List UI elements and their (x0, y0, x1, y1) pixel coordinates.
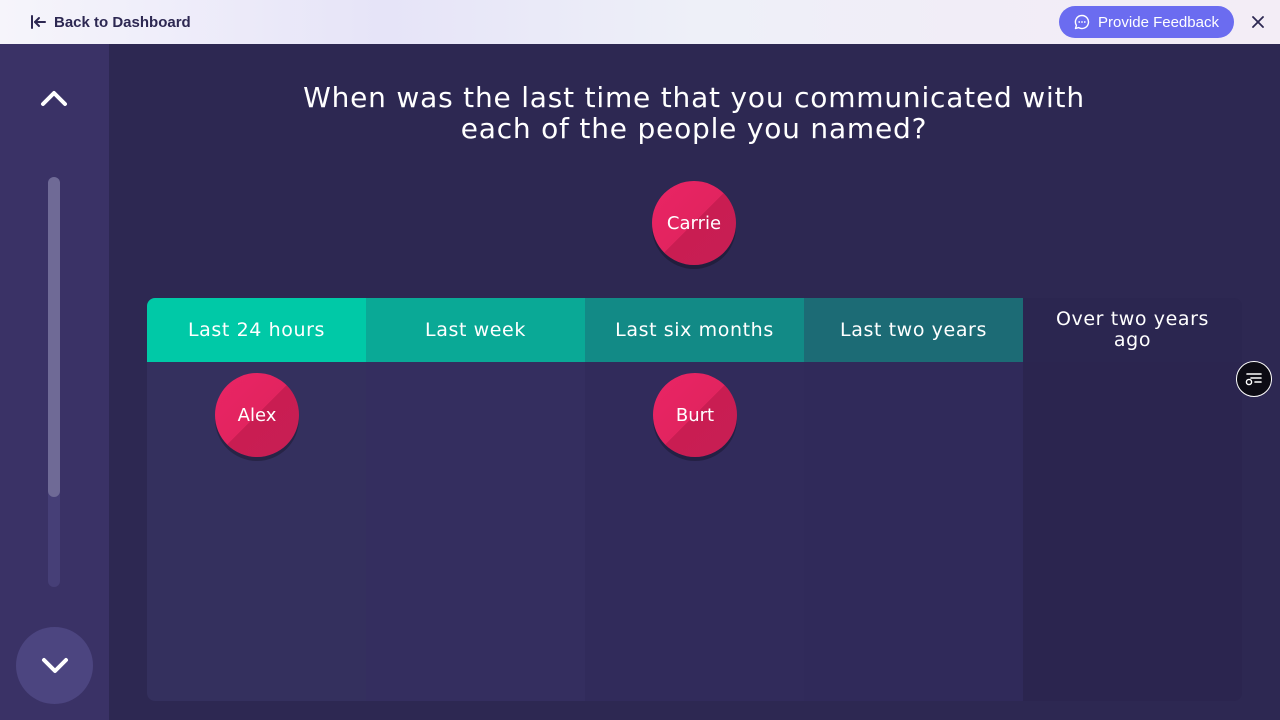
node-burt[interactable]: Burt (653, 373, 737, 457)
bin-header: Last 24 hours (147, 298, 366, 362)
progress-fill (48, 177, 60, 497)
bin-drop-area[interactable] (1023, 362, 1242, 701)
categorical-bins: Last 24 hours Last week Last six months … (147, 298, 1242, 701)
provide-feedback-button[interactable]: Provide Feedback (1059, 6, 1234, 38)
bin-last-week[interactable]: Last week (366, 298, 585, 701)
bin-header: Last six months (585, 298, 804, 362)
navigation-sidebar (0, 44, 109, 720)
next-stage-button[interactable] (16, 627, 93, 704)
bin-last-six-months[interactable]: Last six months (585, 298, 804, 701)
chevron-up-icon (41, 91, 67, 106)
prompt-text: When was the last time that you communic… (303, 81, 1085, 145)
back-to-dashboard-link[interactable]: Back to Dashboard (30, 12, 191, 32)
previous-stage-button[interactable] (34, 82, 74, 114)
bin-header: Over two years ago (1023, 298, 1242, 362)
side-panel-toggle-button[interactable] (1236, 361, 1272, 397)
bin-header: Last two years (804, 298, 1023, 362)
bin-drop-area[interactable] (804, 362, 1023, 701)
close-icon (1252, 16, 1264, 28)
node-carrie[interactable]: Carrie (652, 181, 736, 265)
progress-track (48, 177, 60, 587)
back-arrow-icon (31, 15, 46, 29)
node-list-icon (1245, 373, 1262, 386)
chat-bubble-icon (1074, 14, 1090, 30)
top-bar: Back to Dashboard Provide Feedback (0, 0, 1280, 44)
bin-last-24-hours[interactable]: Last 24 hours (147, 298, 366, 701)
close-button[interactable] (1248, 12, 1268, 32)
bin-header: Last week (366, 298, 585, 362)
bin-last-two-years[interactable]: Last two years (804, 298, 1023, 701)
bin-drop-area[interactable] (366, 362, 585, 701)
chevron-down-icon (41, 657, 68, 673)
provide-feedback-label: Provide Feedback (1098, 13, 1219, 31)
bin-over-two-years-ago[interactable]: Over two years ago (1023, 298, 1242, 701)
back-to-dashboard-label: Back to Dashboard (54, 13, 191, 31)
node-alex[interactable]: Alex (215, 373, 299, 457)
